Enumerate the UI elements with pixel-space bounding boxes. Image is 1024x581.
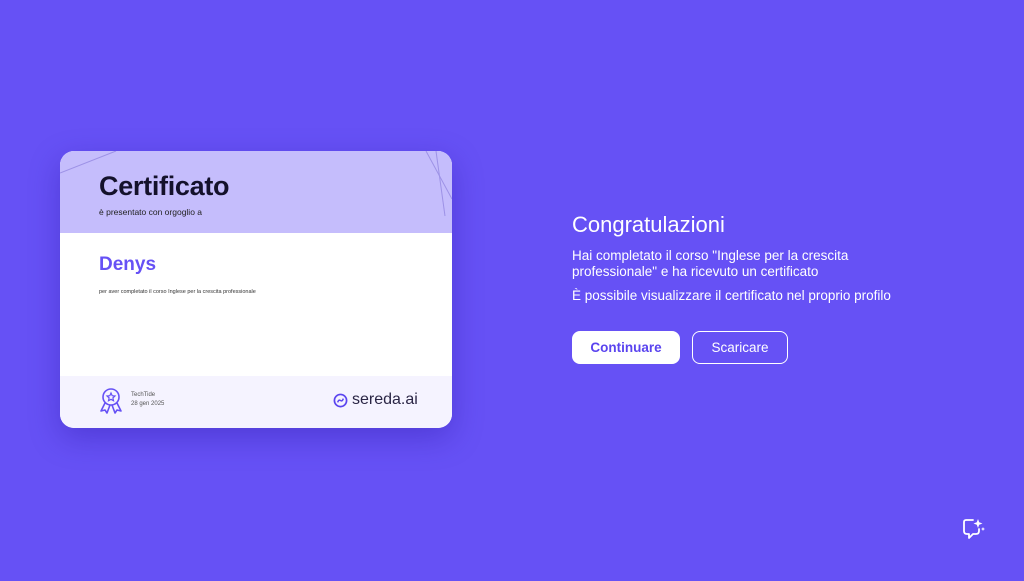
brand-name: sereda.ai bbox=[352, 391, 418, 408]
issue-date: 28 gen 2025 bbox=[131, 401, 165, 407]
congratulations-heading: Congratulazioni bbox=[572, 212, 725, 237]
continue-button[interactable]: Continuare bbox=[572, 331, 680, 364]
recipient-name: Denys bbox=[99, 254, 157, 275]
completion-message: Hai completato il corso "Inglese per la … bbox=[572, 248, 849, 279]
brand-logo: sereda.ai bbox=[333, 391, 418, 409]
certificate-card: Certificato è presentato con orgoglio a … bbox=[60, 151, 452, 428]
certificate-description: per aver completato il corso Inglese per… bbox=[99, 289, 256, 295]
sereda-logo-icon bbox=[333, 393, 348, 407]
award-ribbon-icon bbox=[100, 388, 122, 414]
certificate-title: Certificato bbox=[99, 171, 230, 201]
certificate-subtitle: è presentato con orgoglio a bbox=[99, 207, 203, 217]
issuer-name: TechTide bbox=[131, 392, 156, 398]
ai-sparkle-chat-icon[interactable] bbox=[960, 517, 986, 541]
profile-note: È possibile visualizzare il certificato … bbox=[572, 288, 891, 303]
download-button[interactable]: Scaricare bbox=[692, 331, 788, 364]
